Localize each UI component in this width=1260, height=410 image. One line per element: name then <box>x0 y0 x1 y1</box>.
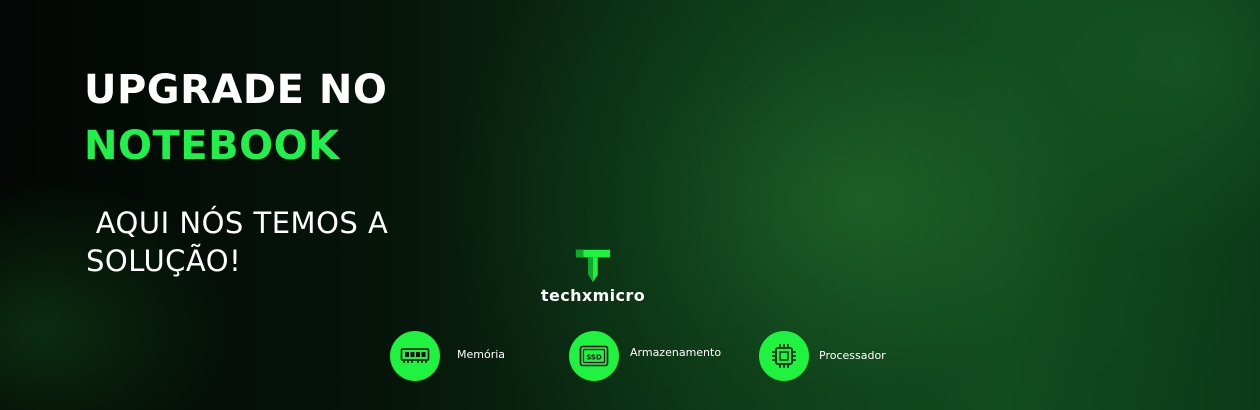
feature-label-memory: Memória <box>457 347 506 361</box>
headline-line-upgrade: UPGRADE NO <box>84 67 388 113</box>
feature-processor: Processador <box>759 331 886 381</box>
feature-memory: Memória <box>390 331 505 381</box>
headline: UPGRADE NO NOTEBOOK <box>84 62 387 174</box>
t-logo-icon <box>575 249 611 283</box>
subheadline-line-2: SOLUÇÃO! <box>86 244 242 278</box>
feature-label-storage: Armazenamento <box>630 345 722 359</box>
brand-logo: techxmicro <box>530 246 656 305</box>
ssd-icon-badge: SSD <box>569 331 619 381</box>
feature-label-processor: Processador <box>819 348 886 362</box>
feature-list: Memória SSD Armazenamento Processador <box>0 331 1260 381</box>
processor-icon-badge <box>759 331 809 381</box>
promo-banner: UPGRADE NO NOTEBOOK AQUI NÓS TEMOS A SOL… <box>0 0 1260 410</box>
svg-text:SSD: SSD <box>586 353 602 361</box>
ssd-icon: SSD <box>579 345 609 367</box>
memory-icon <box>400 348 430 363</box>
brand-name: techxmicro <box>540 286 646 305</box>
subheadline-line-1: AQUI NÓS TEMOS A <box>86 206 389 240</box>
subheadline: AQUI NÓS TEMOS A SOLUÇÃO! <box>86 204 388 280</box>
headline-line-notebook: NOTEBOOK <box>84 123 340 169</box>
processor-icon <box>772 344 796 368</box>
feature-storage: SSD Armazenamento <box>569 331 721 381</box>
memory-icon-badge <box>390 331 440 381</box>
